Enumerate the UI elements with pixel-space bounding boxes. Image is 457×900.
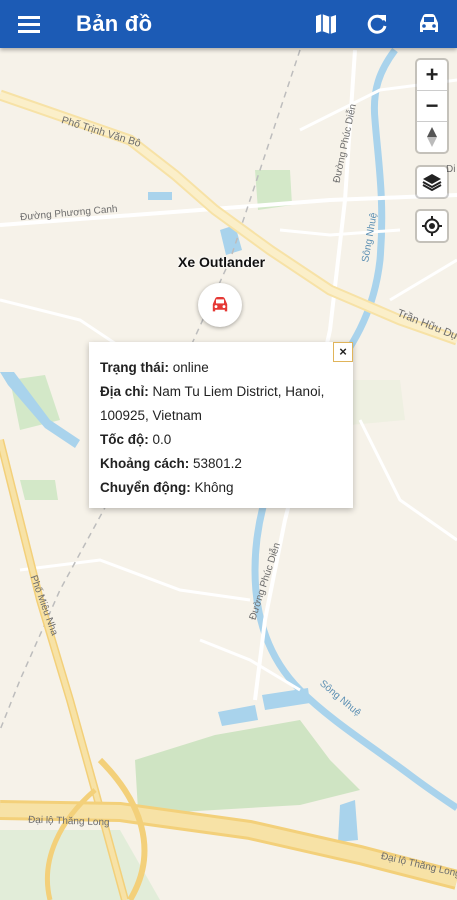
- app-bar: Bản đồ: [0, 0, 457, 48]
- speed-row: Tốc độ: 0.0: [100, 428, 345, 452]
- zoom-out-button[interactable]: −: [417, 90, 447, 121]
- car-marker-icon: [212, 297, 228, 312]
- motion-row: Chuyển động: Không: [100, 476, 345, 500]
- car-icon[interactable]: [414, 9, 444, 39]
- locate-icon: [422, 216, 442, 236]
- address-label: Địa chỉ:: [100, 384, 149, 399]
- locate-control: [415, 209, 449, 243]
- map-icon[interactable]: [311, 9, 341, 39]
- locate-button[interactable]: [417, 211, 447, 241]
- menu-icon[interactable]: [14, 10, 44, 38]
- distance-row: Khoảng cách: 53801.2: [100, 452, 345, 476]
- speed-value: 0.0: [152, 432, 172, 447]
- status-label: Trạng thái:: [100, 360, 170, 375]
- distance-label: Khoảng cách:: [100, 456, 190, 471]
- speed-label: Tốc độ:: [100, 432, 149, 447]
- vehicle-info-popup: × Trạng thái: online Địa chỉ: Nam Tu Lie…: [89, 342, 353, 508]
- zoom-in-button[interactable]: +: [417, 60, 447, 90]
- layers-button[interactable]: [417, 167, 447, 197]
- zoom-control: + −: [415, 58, 449, 154]
- vehicle-marker[interactable]: [198, 283, 242, 327]
- marker-label: Xe Outlander: [178, 254, 266, 270]
- layers-control: [415, 165, 449, 199]
- motion-label: Chuyển động:: [100, 480, 191, 495]
- page-title: Bản đồ: [76, 11, 153, 36]
- refresh-icon[interactable]: [362, 9, 392, 39]
- status-value: online: [172, 360, 209, 375]
- distance-value: 53801.2: [193, 456, 242, 471]
- layers-icon: [422, 174, 442, 192]
- status-row: Trạng thái: online: [100, 356, 345, 380]
- address-row: Địa chỉ: Nam Tu Liem District, Hanoi, 10…: [100, 380, 345, 428]
- compass-icon: [427, 127, 437, 147]
- motion-value: Không: [194, 480, 234, 495]
- compass-button[interactable]: [417, 121, 447, 152]
